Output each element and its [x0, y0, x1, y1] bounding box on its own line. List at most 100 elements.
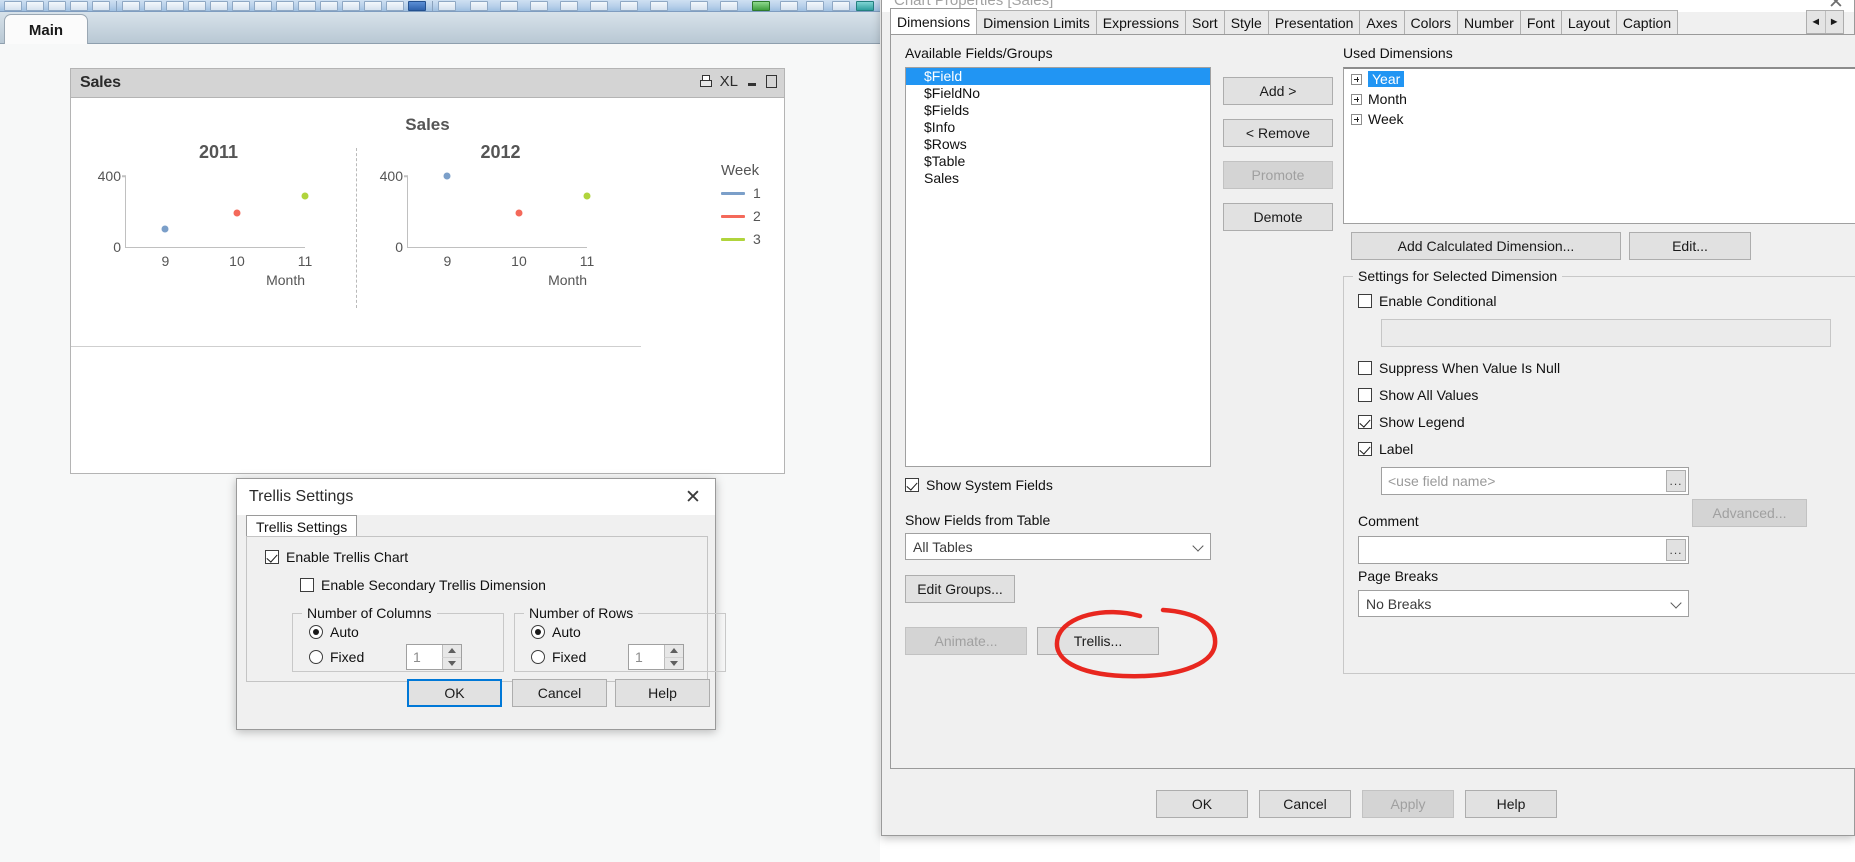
- toolbar-button[interactable]: [780, 1, 798, 11]
- tree-item[interactable]: Week: [1344, 109, 1855, 129]
- export-xl-icon[interactable]: XL: [720, 74, 738, 89]
- edit-groups-button[interactable]: Edit Groups...: [905, 575, 1015, 603]
- tab-scroll-buttons[interactable]: ◄ ►: [1806, 10, 1844, 34]
- tree-item[interactable]: Month: [1344, 89, 1855, 109]
- show-system-fields-checkbox[interactable]: Show System Fields: [905, 477, 1053, 493]
- add-dimension-button[interactable]: Add >: [1223, 77, 1333, 105]
- toolbar-button[interactable]: [276, 1, 294, 11]
- suppress-when-null-checkbox[interactable]: Suppress When Value Is Null: [1358, 360, 1560, 376]
- toolbar-button[interactable]: [26, 1, 44, 11]
- comment-input[interactable]: ...: [1358, 536, 1689, 564]
- trellis-button[interactable]: Trellis...: [1037, 627, 1159, 655]
- show-all-values-checkbox[interactable]: Show All Values: [1358, 387, 1478, 403]
- toolbar-button[interactable]: [470, 1, 488, 11]
- sheet-tab-main[interactable]: Main: [4, 14, 88, 45]
- toolbar-button[interactable]: [620, 1, 638, 11]
- chart-plot-area[interactable]: Sales 2011 400 0 9 10 11 Month 2012 400 …: [71, 98, 784, 473]
- close-icon[interactable]: ✕: [681, 485, 705, 509]
- spinner-down-icon[interactable]: [442, 657, 461, 669]
- data-point[interactable]: [515, 209, 523, 217]
- print-icon[interactable]: [699, 75, 712, 88]
- toolbar-button[interactable]: [48, 1, 66, 11]
- trellis-help-button[interactable]: Help: [615, 679, 710, 707]
- add-calculated-dimension-button[interactable]: Add Calculated Dimension...: [1351, 232, 1621, 260]
- toolbar-button[interactable]: [720, 1, 738, 11]
- toolbar-button[interactable]: [298, 1, 316, 11]
- spinner-buttons[interactable]: [664, 645, 683, 669]
- tab-number[interactable]: Number: [1457, 10, 1521, 35]
- list-item[interactable]: Sales: [906, 170, 1210, 187]
- tab-caption[interactable]: Caption: [1615, 10, 1679, 35]
- legend-item[interactable]: 1: [721, 185, 781, 201]
- toolbar-button[interactable]: [560, 1, 578, 11]
- tab-font[interactable]: Font: [1519, 10, 1562, 35]
- data-point[interactable]: [233, 209, 241, 217]
- label-input[interactable]: <use field name> ...: [1381, 467, 1689, 495]
- tab-style[interactable]: Style: [1223, 10, 1269, 35]
- expand-icon[interactable]: [1351, 93, 1362, 105]
- trellis-cancel-button[interactable]: Cancel: [512, 679, 607, 707]
- spinner-up-icon[interactable]: [664, 645, 683, 658]
- properties-ok-button[interactable]: OK: [1156, 790, 1248, 818]
- toolbar-button[interactable]: [590, 1, 608, 11]
- legend-item[interactable]: 2: [721, 208, 781, 224]
- list-item[interactable]: $Table: [906, 153, 1210, 170]
- toolbar-button[interactable]: [856, 1, 874, 11]
- comment-ellipsis-button[interactable]: ...: [1666, 539, 1686, 561]
- chart-properties-dialog[interactable]: Chart Properties [Sales] ✕ Dimensions Di…: [881, 0, 1855, 836]
- sales-chart-object[interactable]: Sales XL Sales 2011 400 0 9 10 11 Month …: [70, 68, 785, 474]
- toolbar-button[interactable]: [320, 1, 338, 11]
- tab-dimension-limits[interactable]: Dimension Limits: [976, 10, 1097, 35]
- toolbar-button[interactable]: [806, 1, 824, 11]
- available-fields-listbox[interactable]: $Field $FieldNo $Fields $Info $Rows $Tab…: [905, 67, 1211, 467]
- list-item[interactable]: $Fields: [906, 102, 1210, 119]
- toolbar-button[interactable]: [438, 1, 456, 11]
- toolbar-button[interactable]: [386, 1, 404, 11]
- tab-expressions[interactable]: Expressions: [1095, 10, 1186, 35]
- data-point[interactable]: [301, 192, 309, 200]
- toolbar-button[interactable]: [752, 1, 770, 11]
- tree-item[interactable]: Year: [1344, 69, 1855, 89]
- properties-cancel-button[interactable]: Cancel: [1259, 790, 1351, 818]
- demote-button[interactable]: Demote: [1223, 203, 1333, 231]
- enable-trellis-chart-checkbox[interactable]: Enable Trellis Chart: [265, 549, 408, 565]
- toolbar-button[interactable]: [254, 1, 272, 11]
- tab-presentation[interactable]: Presentation: [1267, 10, 1361, 35]
- toolbar-button[interactable]: [690, 1, 708, 11]
- toolbar-button[interactable]: [92, 1, 110, 11]
- toolbar-button[interactable]: [364, 1, 382, 11]
- toolbar-button[interactable]: [832, 1, 850, 11]
- toolbar-button[interactable]: [122, 1, 140, 11]
- toolbar-button[interactable]: [342, 1, 360, 11]
- list-item[interactable]: $FieldNo: [906, 85, 1210, 102]
- rows-fixed-radio[interactable]: Fixed: [531, 649, 586, 665]
- trellis-settings-dialog[interactable]: Trellis Settings ✕ Trellis Settings Enab…: [236, 478, 726, 730]
- label-ellipsis-button[interactable]: ...: [1666, 470, 1686, 492]
- spinner-up-icon[interactable]: [442, 645, 461, 658]
- toolbar-button[interactable]: [166, 1, 184, 11]
- data-point[interactable]: [161, 225, 169, 233]
- used-dimensions-listbox[interactable]: Year Month Week: [1343, 67, 1855, 224]
- toolbar-button[interactable]: [530, 1, 548, 11]
- tab-scroll-right-icon[interactable]: ►: [1826, 11, 1844, 33]
- remove-dimension-button[interactable]: < Remove: [1223, 119, 1333, 147]
- tab-dimensions[interactable]: Dimensions: [890, 8, 978, 35]
- tab-axes[interactable]: Axes: [1359, 10, 1405, 35]
- trellis-ok-button[interactable]: OK: [407, 679, 502, 707]
- data-point[interactable]: [583, 192, 591, 200]
- page-breaks-select[interactable]: No Breaks: [1358, 590, 1689, 617]
- conditional-expression-input[interactable]: [1381, 319, 1831, 347]
- list-item[interactable]: $Info: [906, 119, 1210, 136]
- edit-dimension-button[interactable]: Edit...: [1629, 232, 1751, 260]
- properties-help-button[interactable]: Help: [1465, 790, 1557, 818]
- toolbar-button[interactable]: [232, 1, 250, 11]
- toolbar-button[interactable]: [500, 1, 518, 11]
- columns-fixed-spinner[interactable]: 1: [406, 644, 462, 670]
- label-checkbox[interactable]: Label: [1358, 441, 1413, 457]
- toolbar-button[interactable]: [4, 1, 22, 11]
- expand-icon[interactable]: [1351, 113, 1362, 125]
- toolbar-button[interactable]: [188, 1, 206, 11]
- tab-trellis-settings[interactable]: Trellis Settings: [246, 515, 358, 537]
- minimize-icon[interactable]: [747, 76, 757, 88]
- rows-fixed-spinner[interactable]: 1: [628, 644, 684, 670]
